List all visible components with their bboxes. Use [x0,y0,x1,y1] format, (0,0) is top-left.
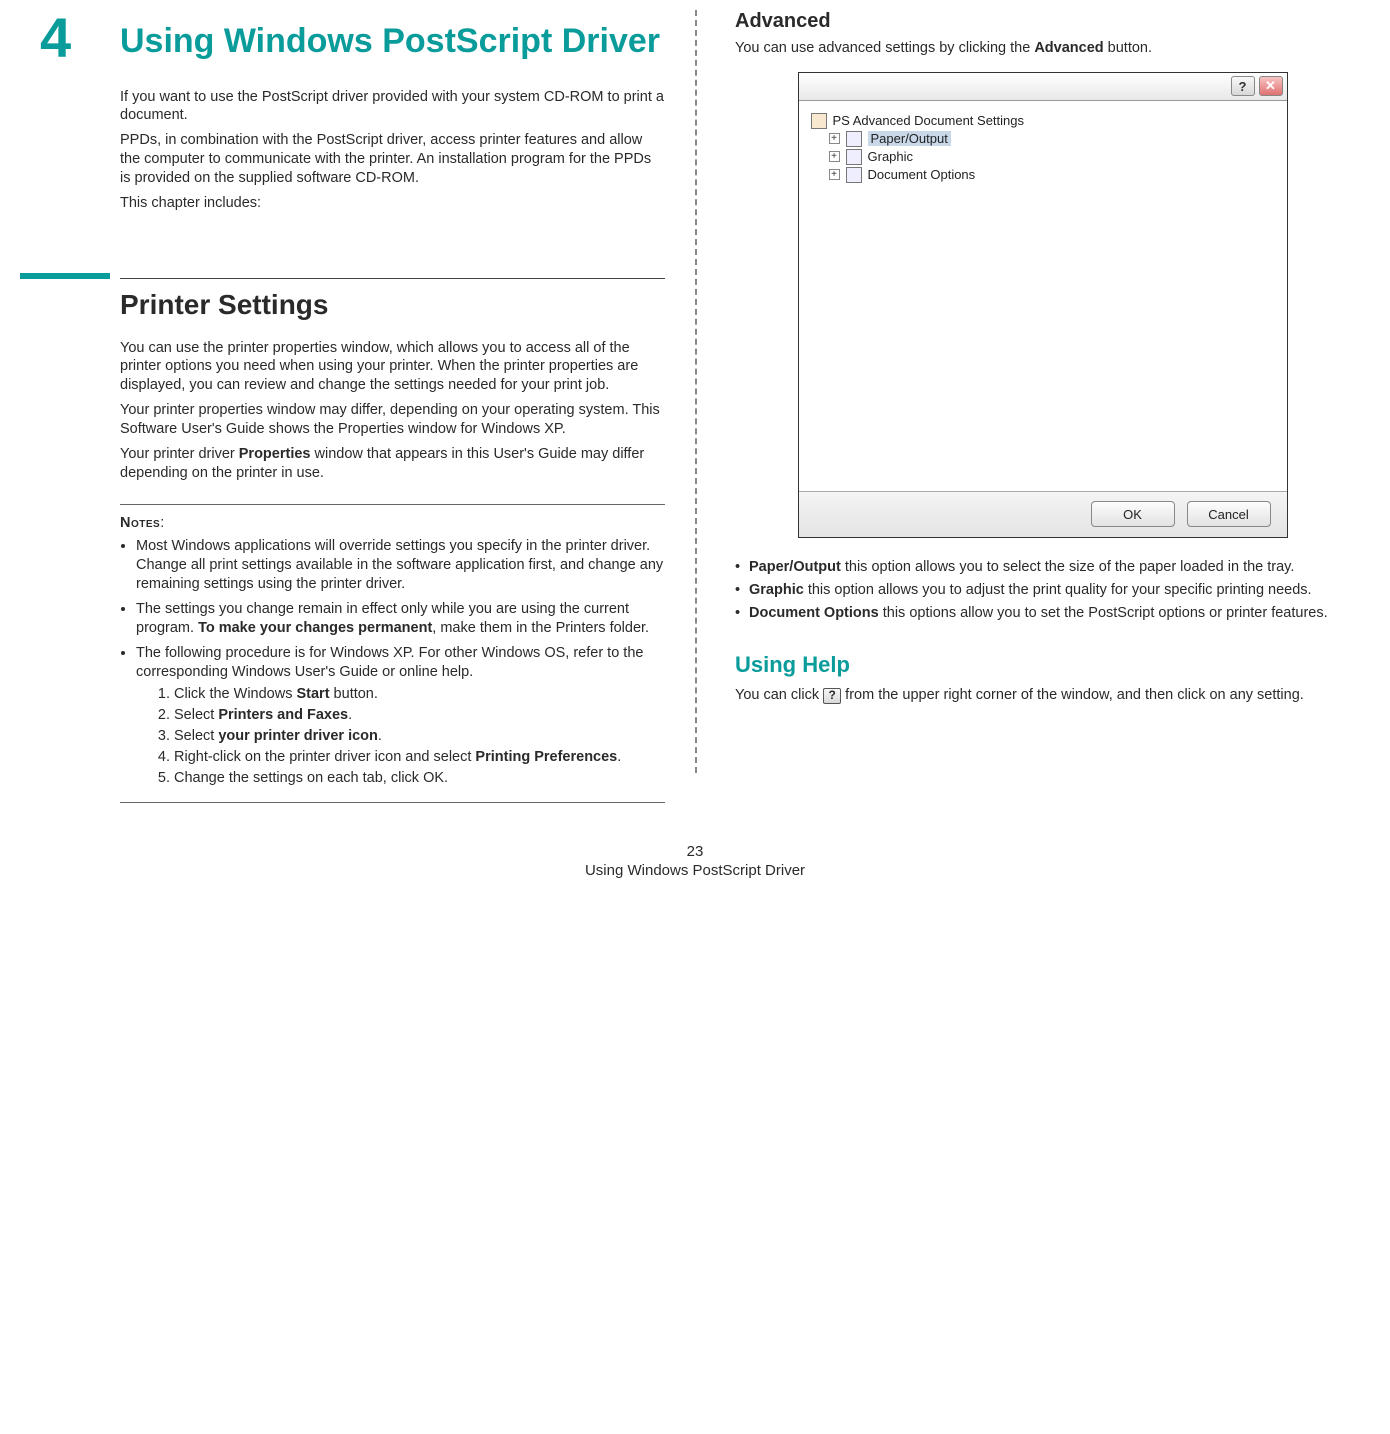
expand-icon[interactable]: + [829,151,840,162]
notes-separator-bottom [120,802,665,803]
tree-item-paper-output[interactable]: + Paper/Output [829,131,1275,147]
dialog-body: PS Advanced Document Settings + Paper/Ou… [799,101,1287,491]
cancel-button[interactable]: Cancel [1187,501,1271,527]
option-graphic: Graphic this option allows you to adjust… [749,581,1350,600]
step-1: Click the Windows Start button. [174,685,665,704]
using-help-heading: Using Help [735,652,1350,678]
intro-paragraph-1: If you want to use the PostScript driver… [120,88,665,126]
paper-icon [846,131,862,147]
advanced-heading: Advanced [735,10,1350,33]
step-5: Change the settings on each tab, click O… [174,769,665,788]
advanced-settings-dialog: ? ✕ PS Advanced Document Settings + Pape… [798,72,1288,538]
tree-root-label: PS Advanced Document Settings [833,113,1025,128]
notes-label: Notes: [120,515,665,531]
tree-item-label: Paper/Output [868,131,951,146]
notes-list: Most Windows applications will override … [120,537,665,787]
options-list: Paper/Output this option allows you to s… [735,558,1350,623]
notes-separator-top [120,504,665,505]
dialog-footer: OK Cancel [799,491,1287,537]
ok-button[interactable]: OK [1091,501,1175,527]
page-number: 23 [0,843,1390,860]
option-paper-output: Paper/Output this option allows you to s… [749,558,1350,577]
tree-root[interactable]: PS Advanced Document Settings [811,113,1275,129]
printer-icon [811,113,827,129]
printer-settings-paragraph-2: Your printer properties window may diffe… [120,401,665,439]
dialog-titlebar: ? ✕ [799,73,1287,101]
option-document-options: Document Options this options allow you … [749,604,1350,623]
using-help-paragraph: You can click ? from the upper right cor… [735,686,1350,705]
intro-paragraph-2: PPDs, in combination with the PostScript… [120,131,665,188]
advanced-paragraph: You can use advanced settings by clickin… [735,39,1350,58]
page-footer: 23 Using Windows PostScript Driver [0,813,1390,899]
tree-item-graphic[interactable]: + Graphic [829,149,1275,165]
step-3: Select your printer driver icon. [174,727,665,746]
help-question-icon: ? [823,688,841,704]
expand-icon[interactable]: + [829,169,840,180]
tree-item-document-options[interactable]: + Document Options [829,167,1275,183]
footer-title: Using Windows PostScript Driver [0,862,1390,879]
dialog-help-button[interactable]: ? [1231,76,1255,96]
step-2: Select Printers and Faxes. [174,706,665,725]
tree-item-label: Graphic [868,149,914,164]
intro-paragraph-3: This chapter includes: [120,194,665,213]
note-item-3: The following procedure is for Windows X… [136,644,665,788]
note-item-2: The settings you change remain in effect… [136,600,665,638]
section-heading-printer-settings: Printer Settings [120,289,665,321]
graphic-icon [846,149,862,165]
column-divider [695,10,697,773]
expand-icon[interactable]: + [829,133,840,144]
dialog-close-button[interactable]: ✕ [1259,76,1283,96]
chapter-number: 4 [40,5,71,70]
printer-settings-paragraph-1: You can use the printer properties windo… [120,339,665,396]
printer-settings-paragraph-3: Your printer driver Properties window th… [120,445,665,483]
section-rule [120,273,665,279]
note-item-1: Most Windows applications will override … [136,537,665,594]
chapter-title: Using Windows PostScript Driver [120,20,665,63]
tree-item-label: Document Options [868,167,976,182]
steps-list: Click the Windows Start button. Select P… [154,685,665,787]
document-icon [846,167,862,183]
step-4: Right-click on the printer driver icon a… [174,748,665,767]
